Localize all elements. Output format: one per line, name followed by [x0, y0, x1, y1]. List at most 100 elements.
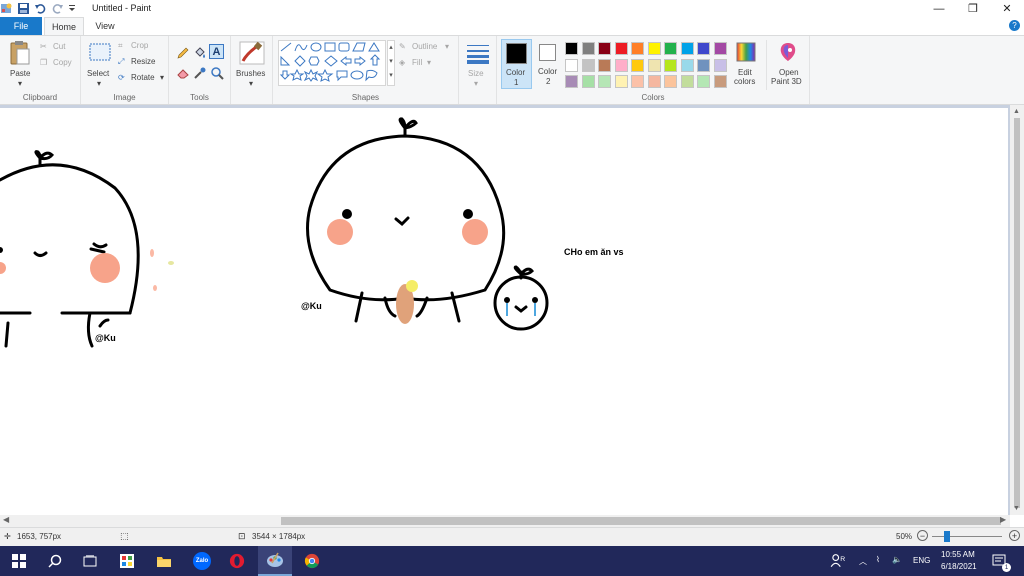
undo-icon[interactable]	[34, 2, 47, 15]
crop-label: Crop	[131, 41, 149, 50]
customize-toolbar-icon[interactable]	[68, 2, 76, 15]
tab-file[interactable]: File	[0, 17, 42, 35]
wifi-icon[interactable]: ⌇	[876, 555, 880, 564]
paste-button[interactable]: Paste ▾	[6, 40, 34, 88]
crop-button[interactable]: ⌗ Crop	[118, 41, 158, 53]
resize-button[interactable]: ⤢ Resize	[118, 57, 163, 69]
clipboard-group-label: Clipboard	[22, 93, 58, 102]
clock-time[interactable]: 10:55 AM	[941, 550, 975, 559]
canvas-drawing: @Ku @Ku CHo em ăn vs	[0, 117, 624, 348]
brushes-dropdown-icon: ▾	[249, 79, 254, 88]
tray-chevron-icon[interactable]: ︿	[859, 556, 867, 567]
select-button[interactable]: Select ▾	[85, 40, 115, 88]
shapes-group-label: Shapes	[351, 93, 380, 102]
scissors-icon: ✂	[40, 42, 47, 51]
file-explorer-icon[interactable]	[156, 553, 172, 569]
minimize-button[interactable]: —	[922, 0, 956, 17]
resize-label: Resize	[131, 57, 156, 66]
maximize-button[interactable]: ❐	[956, 0, 990, 17]
tab-home[interactable]: Home	[44, 17, 84, 35]
rotate-dropdown-icon: ▾	[160, 73, 165, 82]
cursor-position: 1653, 757px	[17, 532, 62, 541]
select-label: Select	[87, 69, 110, 78]
scroll-down-icon[interactable]: ▼	[1013, 505, 1020, 512]
help-icon[interactable]: ?	[1009, 20, 1020, 31]
task-view-icon[interactable]	[82, 553, 98, 569]
colors-group-label: Colors	[641, 93, 665, 102]
fill-dropdown-icon: ▾	[427, 58, 432, 67]
pencil-icon[interactable]	[176, 46, 190, 60]
zoom-slider-thumb[interactable]	[944, 531, 951, 542]
select-dropdown-icon: ▾	[97, 79, 102, 88]
scroll-up-icon[interactable]: ▲	[1013, 108, 1020, 115]
scroll-right-icon[interactable]: ▶	[1000, 515, 1006, 524]
brushes-label: Brushes	[236, 69, 266, 78]
zalo-icon[interactable]: Zalo	[193, 552, 211, 570]
tools-group: A Tools	[169, 36, 231, 104]
clipboard-group: Paste ▾ ✂ Cut ❐ Copy Clipboard	[0, 36, 81, 104]
selection-size-icon: ⬚	[120, 531, 129, 541]
window-title: Untitled - Paint	[92, 3, 152, 13]
small-character	[493, 265, 549, 331]
cut-button[interactable]: ✂ Cut	[40, 42, 76, 54]
paint-app-icon[interactable]	[0, 2, 13, 15]
copy-button[interactable]: ❐ Copy	[40, 58, 78, 70]
tools-group-label: Tools	[190, 93, 209, 102]
zoom-out-icon[interactable]: −	[917, 530, 928, 541]
notification-badge: 1	[1002, 563, 1011, 572]
cursor-position-icon: ✛	[4, 532, 11, 541]
drawing-canvas[interactable]: @Ku @Ku CHo em ăn vs	[0, 108, 1008, 515]
redo-icon[interactable]	[51, 2, 64, 15]
language-indicator[interactable]: ENG	[913, 556, 930, 565]
horizontal-scroll-thumb[interactable]	[281, 517, 1001, 525]
clock-date[interactable]: 6/18/2021	[941, 562, 977, 571]
paint-taskbar-icon	[267, 552, 283, 567]
left-character	[0, 150, 140, 348]
zoom-slider-track[interactable]	[932, 536, 1002, 537]
paint-taskbar-button[interactable]	[258, 546, 292, 576]
search-icon[interactable]	[47, 553, 63, 569]
image-group-label: Image	[113, 93, 136, 102]
watermark-left: @Ku	[95, 333, 116, 343]
eraser-icon[interactable]	[176, 66, 190, 80]
scroll-left-icon[interactable]: ◀	[3, 515, 9, 524]
store-icon[interactable]	[119, 553, 135, 569]
magnifier-icon[interactable]	[210, 66, 224, 80]
size-button[interactable]: Size ▾	[463, 40, 493, 88]
quick-access-toolbar	[0, 2, 80, 15]
image-group: Select ▾ ⌗ Crop ⤢ Resize ⟳ Rotate ▾ Imag…	[81, 36, 169, 104]
fill-button[interactable]: ◈ Fill ▾	[399, 58, 439, 70]
zoom-level: 50%	[896, 532, 913, 541]
size-label: Size	[468, 69, 484, 78]
rotate-button[interactable]: ⟳ Rotate ▾	[118, 73, 168, 85]
tab-view[interactable]: View	[90, 17, 120, 35]
color-picker-icon[interactable]	[193, 66, 207, 80]
close-button[interactable]: ✕	[990, 0, 1024, 17]
vertical-scroll-thumb[interactable]	[1014, 118, 1020, 508]
brushes-button[interactable]: Brushes ▾	[234, 40, 270, 88]
canvas-workspace: @Ku @Ku CHo em ăn vs	[0, 105, 1010, 515]
volume-icon[interactable]: 🔈	[892, 555, 902, 564]
shapes-scroll[interactable]: ▴ ▾ ▾	[387, 40, 395, 86]
chrome-icon[interactable]	[304, 553, 320, 569]
select-rectangle-icon	[89, 43, 111, 61]
fill-bucket-icon[interactable]	[193, 46, 207, 60]
zoom-in-icon[interactable]: +	[1009, 530, 1020, 541]
people-icon[interactable]: R	[830, 553, 846, 569]
paste-icon	[10, 41, 30, 65]
windows-start-icon[interactable]	[11, 553, 27, 569]
ribbon: Paste ▾ ✂ Cut ❐ Copy Clipboard Select ▾ …	[0, 35, 1024, 105]
shapes-gallery[interactable]	[278, 40, 386, 86]
left-blush	[90, 253, 120, 283]
save-icon[interactable]	[17, 2, 30, 15]
text-tool-icon[interactable]: A	[209, 44, 224, 59]
resize-icon: ⤢	[118, 57, 125, 66]
taskbar: Zalo R ︿ ⌇ 🔈 ENG 10:55 AM 6/18/2021 1	[0, 546, 1024, 576]
copy-label: Copy	[53, 58, 72, 67]
title-bar: Untitled - Paint — ❐ ✕	[0, 0, 1024, 17]
cut-label: Cut	[53, 42, 66, 51]
line-size-icon	[467, 45, 489, 64]
outline-button[interactable]: ✎ Outline ▾	[399, 42, 457, 54]
size-group: Size ▾	[459, 36, 497, 104]
opera-icon[interactable]	[229, 553, 245, 569]
